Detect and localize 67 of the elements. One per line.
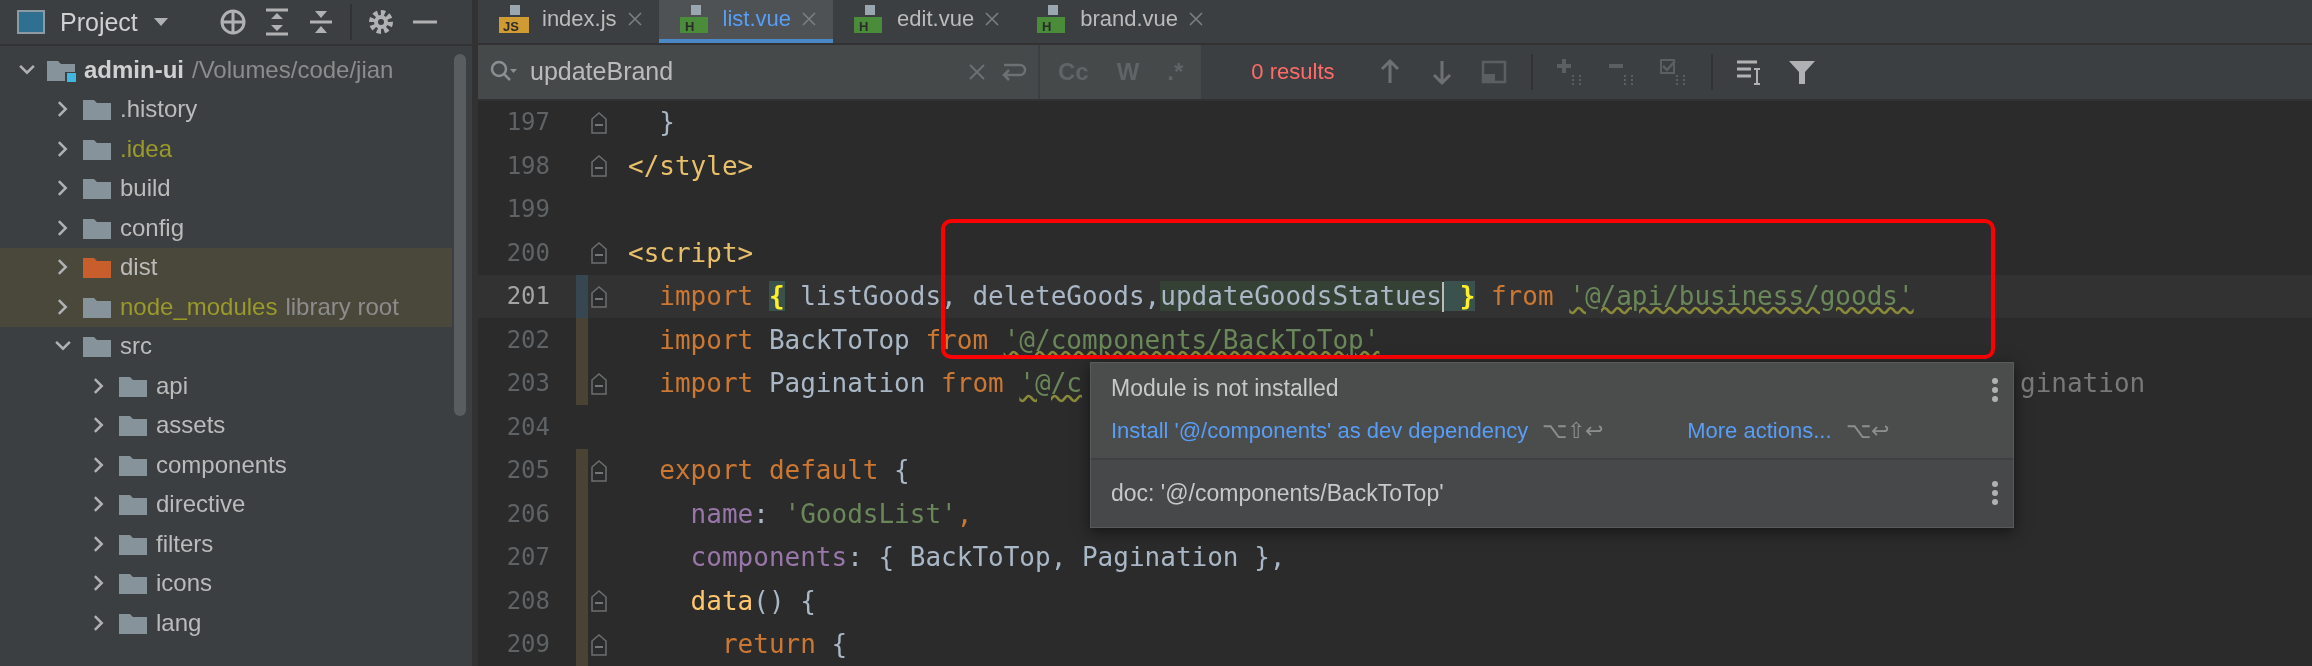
tree-item[interactable]: dist xyxy=(120,253,158,282)
line-number: 203 xyxy=(505,369,550,398)
line-number: 209 xyxy=(505,630,550,659)
line-number: 197 xyxy=(505,108,550,137)
editor-tab[interactable]: H edit.vue xyxy=(833,0,1017,43)
module-path: /Volumes/code/jian xyxy=(192,55,394,84)
tree-item[interactable]: admin-ui xyxy=(84,55,184,84)
panel-icon xyxy=(16,7,46,37)
popup-title: Module is not installed xyxy=(1111,374,1340,402)
line-number: 198 xyxy=(505,151,550,180)
close-icon[interactable] xyxy=(1188,11,1204,28)
tree-item[interactable]: lang xyxy=(156,608,202,637)
library-hint: library root xyxy=(285,292,399,321)
fold-icon[interactable] xyxy=(590,371,608,396)
code-line: <script> xyxy=(628,237,754,268)
popup-action-link[interactable]: Install '@/components' as dev dependency xyxy=(1111,417,1529,444)
shortcut-hint: ⌥⇧↩ xyxy=(1542,417,1604,444)
code-line: import Pagination from '@/c xyxy=(658,368,1082,399)
tree-item[interactable]: filters xyxy=(156,529,214,558)
tree-item[interactable]: build xyxy=(120,174,171,203)
tree-item[interactable]: components xyxy=(156,450,287,479)
panel-title[interactable]: Project xyxy=(60,7,138,37)
tree-item[interactable]: .idea xyxy=(120,134,173,163)
line-number: 204 xyxy=(505,412,550,441)
shortcut-hint: ⌥↩ xyxy=(1845,417,1889,444)
tree-item[interactable]: node_modules xyxy=(120,292,278,321)
scrollbar[interactable] xyxy=(454,54,466,416)
tree-item[interactable]: directive xyxy=(156,490,246,519)
results-count: 0 results xyxy=(1251,58,1335,85)
close-icon[interactable] xyxy=(626,11,643,28)
editor-tab[interactable]: H brand.vue xyxy=(1016,0,1220,43)
editor-tab[interactable]: H list.vue xyxy=(658,0,834,43)
more-icon[interactable] xyxy=(1991,479,1999,506)
tree-item[interactable]: .history xyxy=(120,95,198,124)
fold-icon[interactable] xyxy=(590,110,608,135)
line-number: 202 xyxy=(505,325,550,354)
line-number: 205 xyxy=(505,456,550,485)
fold-icon[interactable] xyxy=(590,632,608,657)
code-line: } xyxy=(658,107,675,138)
tree-item[interactable]: icons xyxy=(156,569,213,598)
fold-icon[interactable] xyxy=(590,589,608,613)
tree-item[interactable]: assets xyxy=(156,411,226,440)
line-number: 200 xyxy=(505,238,550,267)
tree-item[interactable]: api xyxy=(156,371,189,400)
code-line: return { xyxy=(720,629,848,660)
close-icon[interactable] xyxy=(984,11,1001,28)
code-line: export default { xyxy=(658,455,910,486)
tree-item[interactable]: config xyxy=(120,213,185,242)
line-number: 208 xyxy=(505,586,550,615)
line-number: 199 xyxy=(505,195,550,224)
fold-icon[interactable] xyxy=(590,458,608,483)
fold-icon[interactable] xyxy=(590,241,608,265)
more-icon[interactable] xyxy=(1991,376,1999,403)
doc-text: doc: '@/components/BackToTop' xyxy=(1111,479,1444,506)
line-number: 207 xyxy=(505,543,550,572)
tree-item[interactable]: src xyxy=(120,332,152,361)
fold-icon[interactable] xyxy=(590,154,608,178)
code-line: gination xyxy=(2020,366,2146,400)
code-line: name: 'GoodsList', xyxy=(689,498,973,529)
editor-tab[interactable]: JS index.js xyxy=(478,0,659,43)
popup-action-link[interactable]: More actions... xyxy=(1687,417,1832,444)
code-line: </style> xyxy=(628,150,754,181)
fold-icon[interactable] xyxy=(590,284,608,309)
line-number: 206 xyxy=(505,499,550,528)
code-line: data() { xyxy=(689,585,816,616)
line-number: 201 xyxy=(505,282,550,311)
code-line: components: { BackToTop, Pagination }, xyxy=(689,542,1286,573)
